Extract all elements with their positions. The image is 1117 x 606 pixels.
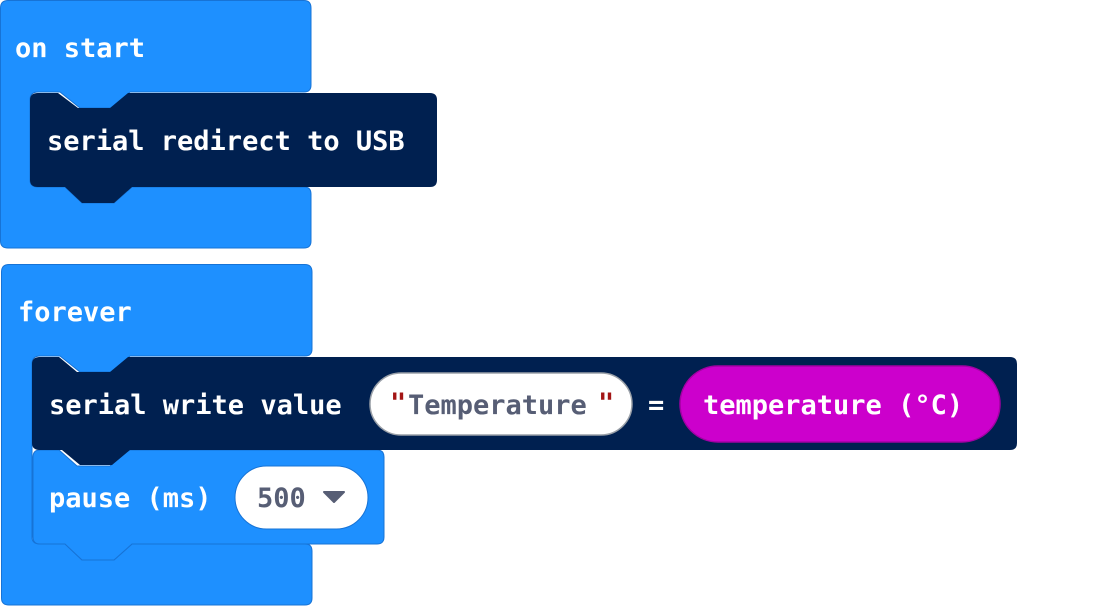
- name-string-text: Temperature: [408, 390, 587, 421]
- pause-value-text: 500: [257, 483, 306, 514]
- equals-label: =: [648, 390, 664, 421]
- serial-redirect-label: serial redirect to USB: [47, 126, 405, 157]
- serial-write-value-label: serial write value: [49, 390, 342, 421]
- serial-redirect-block[interactable]: serial redirect to USB: [30, 93, 437, 203]
- forever-label: forever: [18, 297, 132, 328]
- name-string-input[interactable]: " Temperature ": [369, 372, 633, 436]
- temperature-reporter-block[interactable]: temperature (°C): [679, 365, 1001, 443]
- pause-value-dropdown[interactable]: 500: [234, 465, 369, 530]
- temperature-reporter-label: temperature (°C): [703, 390, 963, 421]
- quote-open: ": [390, 388, 406, 419]
- pause-block[interactable]: pause (ms) 500: [32, 449, 385, 561]
- pause-label: pause (ms): [49, 483, 212, 514]
- quote-close: ": [598, 388, 614, 419]
- serial-write-value-block[interactable]: serial write value " Temperature " = tem…: [32, 357, 1017, 465]
- on-start-label: on start: [15, 33, 145, 64]
- blocks-workspace[interactable]: on start serial redirect to USB forever …: [0, 0, 1117, 606]
